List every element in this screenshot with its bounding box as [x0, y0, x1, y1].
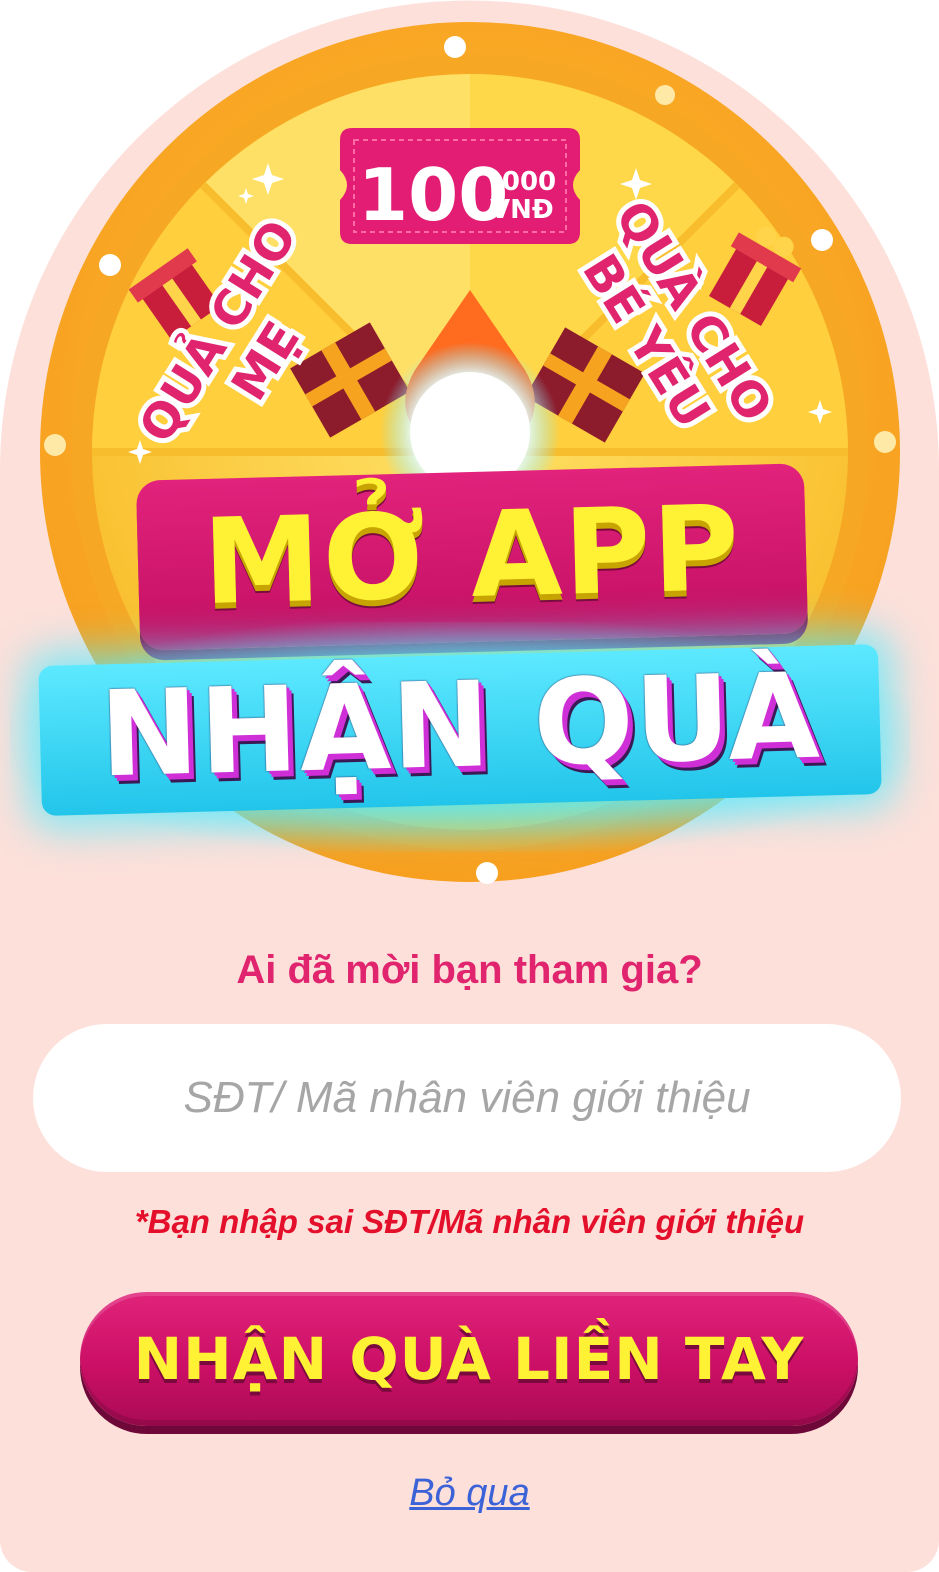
headline-receive-gift: NHẬN QUÀ [98, 646, 822, 804]
promo-popup-card: 100 .000 VNĐ QUẢ CHO MẸ QUÀ CHO BÉ YÊU M… [0, 0, 939, 1572]
receive-gift-button-label: NHẬN QUÀ LIỀN TAY [133, 1325, 805, 1393]
receive-gift-button[interactable]: NHẬN QUÀ LIỀN TAY [80, 1292, 858, 1426]
prize-currency: VNĐ [490, 195, 554, 225]
prize-amount-thousands: .000 [492, 167, 556, 197]
referral-code-input[interactable] [33, 1024, 901, 1172]
referral-error-message: *Bạn nhập sai SĐT/Mã nhân viên giới thiệ… [134, 1203, 805, 1240]
prize-tag-100k: 100 .000 VNĐ [340, 128, 580, 244]
skip-link-wrap: Bỏ qua [0, 1465, 939, 1521]
referral-question: Ai đã mời bạn tham gia? [236, 948, 703, 992]
prize-amount-main: 100 [358, 153, 508, 237]
headline-open-app: MỞ APP [201, 478, 743, 632]
skip-link[interactable]: Bỏ qua [409, 1472, 529, 1514]
